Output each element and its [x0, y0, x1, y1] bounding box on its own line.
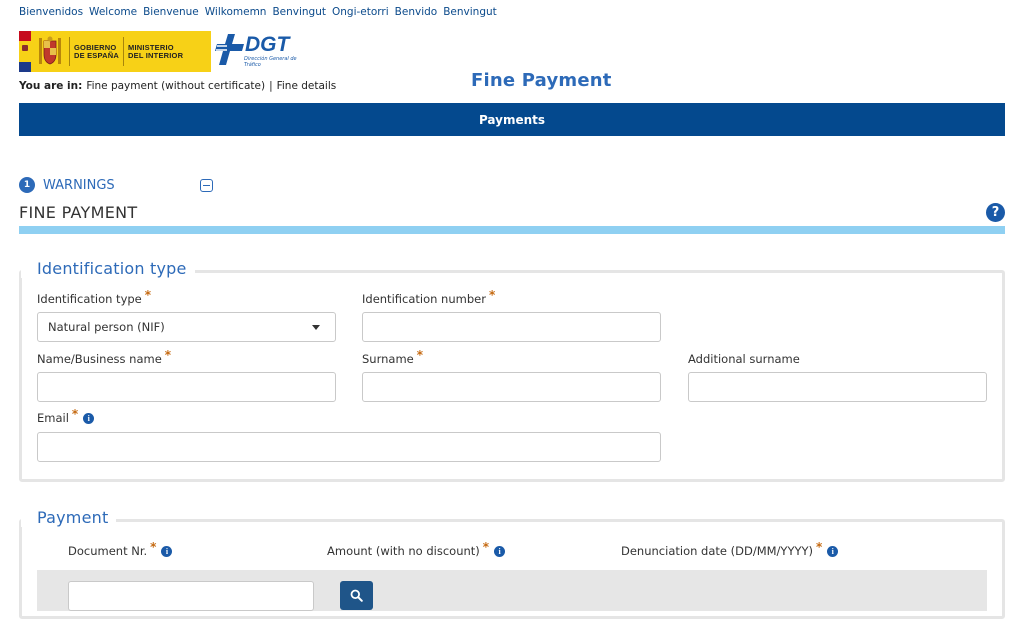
breadcrumb-prefix: You are in:: [19, 80, 83, 92]
government-text: GOBIERNO DE ESPAÑA: [69, 37, 123, 66]
additional-surname-input[interactable]: [688, 372, 987, 402]
info-icon[interactable]: i: [83, 412, 95, 424]
lang-link-ca[interactable]: Benvingut: [272, 6, 326, 22]
warnings-count-badge: 1: [19, 177, 35, 193]
identification-type-label: Identification type *: [37, 288, 152, 306]
search-icon: [350, 589, 363, 602]
breadcrumb: You are in: Fine payment (without certif…: [19, 80, 336, 92]
lang-link-va[interactable]: Benvingut: [443, 6, 497, 22]
section-title: FINE PAYMENT: [19, 203, 138, 222]
government-logo[interactable]: GOBIERNO DE ESPAÑA MINISTERIO DEL INTERIOR: [19, 31, 211, 72]
document-number-label: Document Nr. * i: [68, 540, 173, 558]
lang-link-de[interactable]: Wilkomemn: [205, 6, 267, 22]
dgt-logo[interactable]: DGT Dirección General de Tráfico: [214, 30, 299, 74]
page-title: Fine Payment: [471, 70, 612, 91]
surname-input[interactable]: [362, 372, 661, 402]
payment-legend: Payment: [21, 508, 117, 527]
coat-of-arms-icon: [31, 31, 69, 72]
help-icon[interactable]: ?: [986, 203, 1005, 222]
flag-icon: [19, 31, 31, 72]
nav-bar: Payments: [19, 103, 1005, 136]
breadcrumb-item-fine-details[interactable]: Fine details: [277, 80, 337, 92]
surname-label: Surname *: [362, 348, 424, 366]
warnings-label: WARNINGS: [43, 177, 115, 193]
identification-number-label: Identification number *: [362, 288, 496, 306]
document-number-input[interactable]: [68, 581, 314, 611]
name-label: Name/Business name *: [37, 348, 172, 366]
collapse-icon[interactable]: [200, 179, 213, 192]
breadcrumb-item-fine-payment[interactable]: Fine payment (without certificate): [86, 80, 265, 92]
lang-link-fr[interactable]: Bienvenue: [143, 6, 199, 22]
warnings-toggle[interactable]: 1 WARNINGS: [19, 177, 115, 193]
identification-type-select[interactable]: Natural person (NIF): [37, 312, 336, 342]
email-input[interactable]: [37, 432, 661, 462]
info-icon[interactable]: i: [161, 545, 173, 557]
section-divider: [19, 226, 1005, 234]
language-bar: Bienvenidos Welcome Bienvenue Wilkomemn …: [19, 6, 497, 22]
email-label: Email * i: [37, 407, 95, 425]
lang-link-en[interactable]: Welcome: [89, 6, 137, 22]
breadcrumb-separator: |: [269, 80, 273, 92]
lang-link-eu[interactable]: Ongi-etorri: [332, 6, 389, 22]
info-icon[interactable]: i: [494, 545, 506, 557]
nav-item-payments[interactable]: Payments: [479, 113, 545, 127]
header: GOBIERNO DE ESPAÑA MINISTERIO DEL INTERIOR…: [19, 30, 1005, 91]
info-icon[interactable]: i: [827, 545, 839, 557]
ministry-text: MINISTERIO DEL INTERIOR: [123, 37, 187, 66]
denunciation-date-label: Denunciation date (DD/MM/YYYY) * i: [621, 540, 839, 558]
amount-label: Amount (with no discount) * i: [327, 540, 506, 558]
chevron-down-icon: [312, 324, 320, 330]
lang-link-gl[interactable]: Benvido: [395, 6, 438, 22]
lang-link-es[interactable]: Bienvenidos: [19, 6, 83, 22]
identification-legend: Identification type: [21, 259, 195, 278]
identification-number-input[interactable]: [362, 312, 661, 342]
name-input[interactable]: [37, 372, 336, 402]
additional-surname-label: Additional surname: [688, 352, 800, 366]
dgt-cross-icon: [215, 34, 244, 65]
search-button[interactable]: [340, 581, 373, 610]
